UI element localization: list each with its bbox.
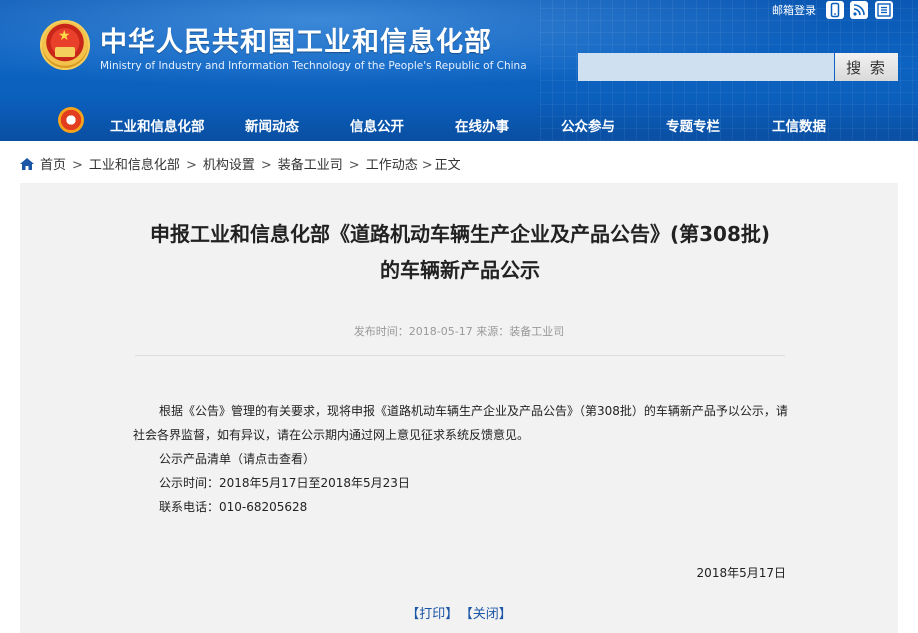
nav-item-public-participation[interactable]: 公众参与 xyxy=(561,115,615,135)
article-paragraph: 根据《公告》管理的有关要求，现将申报《道路机动车辆生产企业及产品公告》（第308… xyxy=(133,404,788,442)
article-date: 2018年5月17日 xyxy=(696,566,786,580)
close-button[interactable]: 【关闭】 xyxy=(466,607,512,622)
nav-item-info-disclosure[interactable]: 信息公开 xyxy=(350,115,404,135)
article-body: 根据《公告》管理的有关要求，现将申报《道路机动车辆生产企业及产品公告》（第308… xyxy=(133,399,793,519)
nav-item-ministry[interactable]: 工业和信息化部 xyxy=(110,115,205,135)
article-icon[interactable] xyxy=(875,1,893,19)
national-emblem-icon: ★ xyxy=(40,20,90,70)
breadcrumb-home[interactable]: 首页 xyxy=(40,158,66,173)
breadcrumb-equipment-dept[interactable]: 装备工业司 xyxy=(278,158,343,173)
mobile-icon[interactable] xyxy=(826,1,844,19)
breadcrumb-separator: > xyxy=(421,158,433,173)
nav-item-online-services[interactable]: 在线办事 xyxy=(455,115,509,135)
breadcrumb-current: 正文 xyxy=(434,158,461,173)
home-icon[interactable] xyxy=(20,158,34,170)
breadcrumb-separator: > xyxy=(260,158,272,173)
breadcrumb-separator: > xyxy=(185,158,197,173)
breadcrumb-separator: > xyxy=(72,158,83,173)
article-meta: 发布时间：2018-05-17 来源：装备工业司 xyxy=(353,325,565,338)
breadcrumb-separator: > xyxy=(348,158,360,173)
mail-login-link[interactable]: 邮箱登录 xyxy=(772,2,816,18)
breadcrumb-organization[interactable]: 机构设置 xyxy=(203,158,255,173)
breadcrumb: 首页 > 工业和信息化部 > 机构设置 > 装备工业司 > 工作动态 > 正文 xyxy=(20,154,461,174)
ministry-logo-icon xyxy=(58,107,84,133)
nav-item-special-topics[interactable]: 专题专栏 xyxy=(666,115,720,135)
nav-item-news[interactable]: 新闻动态 xyxy=(245,115,299,135)
article-paragraph: 联系电话：010-68205628 xyxy=(159,500,308,514)
site-title-en: Ministry of Industry and Information Tec… xyxy=(100,60,527,72)
print-button[interactable]: 【打印】 xyxy=(406,607,458,622)
rss-icon[interactable] xyxy=(850,1,868,19)
article-paragraph: 公示时间：2018年5月17日至2018年5月23日 xyxy=(159,476,410,490)
article-actions: 【打印】 【关闭】 xyxy=(20,603,898,622)
breadcrumb-work-news[interactable]: 工作动态 xyxy=(366,158,418,173)
site-title[interactable]: 中华人民共和国工业和信息化部 xyxy=(100,20,492,59)
divider xyxy=(135,355,785,356)
search-input[interactable] xyxy=(578,53,834,81)
nav-item-data[interactable]: 工信数据 xyxy=(772,115,826,135)
search-button[interactable]: 搜 索 xyxy=(835,53,898,81)
article-panel: 申报工业和信息化部《道路机动车辆生产企业及产品公告》(第308批)的车辆新产品公… xyxy=(20,183,898,633)
article-title: 申报工业和信息化部《道路机动车辆生产企业及产品公告》(第308批)的车辆新产品公… xyxy=(149,222,771,282)
breadcrumb-ministry[interactable]: 工业和信息化部 xyxy=(89,158,180,173)
product-list-link[interactable]: 公示产品清单（请点击查看） xyxy=(133,447,793,471)
site-header: ★ 中华人民共和国工业和信息化部 Ministry of Industry an… xyxy=(0,0,918,141)
